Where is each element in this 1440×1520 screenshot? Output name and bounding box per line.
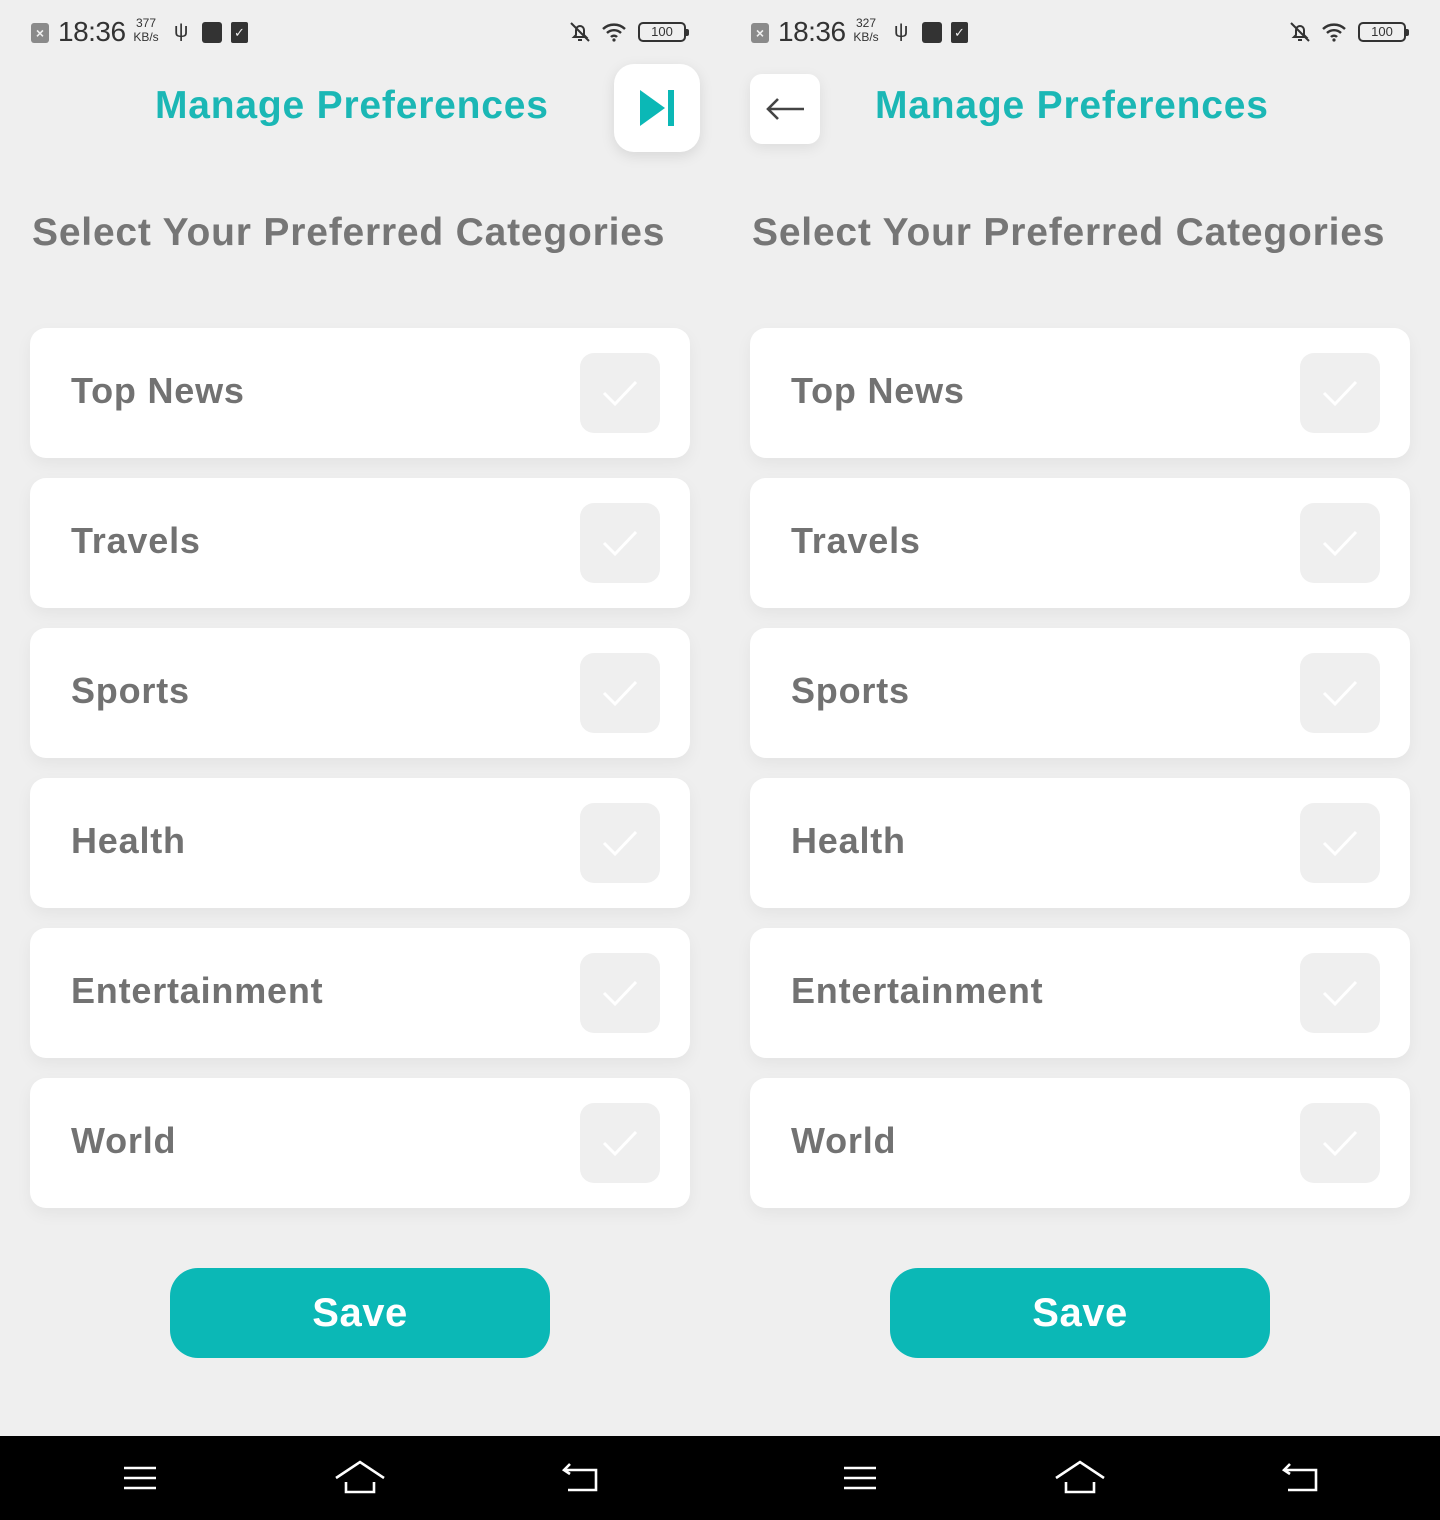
category-label: Sports: [791, 670, 910, 711]
usb-icon: ψ: [894, 20, 909, 42]
section-heading: Select Your Preferred Categories: [32, 211, 666, 254]
wifi-icon: [1322, 23, 1346, 42]
category-label: Top News: [71, 370, 245, 411]
screen-right: × 18:36 327 KB/s ψ ✓ 100 Manage Preferen…: [720, 0, 1440, 1436]
checkmark-icon: [1322, 830, 1358, 857]
checkmark-icon: [602, 680, 638, 707]
speed-value: 377: [135, 16, 157, 30]
page-title: Manage Preferences: [875, 84, 1269, 127]
category-item[interactable]: Entertainment: [30, 928, 690, 1058]
category-item[interactable]: Entertainment: [750, 928, 1410, 1058]
category-item[interactable]: Health: [750, 778, 1410, 908]
save-button[interactable]: Save: [890, 1268, 1270, 1358]
category-checkbox[interactable]: [1300, 353, 1380, 433]
category-checkbox[interactable]: [1300, 653, 1380, 733]
home-icon[interactable]: [1054, 1458, 1106, 1498]
menu-icon[interactable]: [842, 1458, 878, 1498]
category-item[interactable]: Top News: [750, 328, 1410, 458]
category-checkbox[interactable]: [1300, 1103, 1380, 1183]
speed-value: 327: [855, 16, 877, 30]
checkmark-icon: [1322, 1130, 1358, 1157]
back-button[interactable]: [750, 74, 820, 144]
category-checkbox[interactable]: [580, 503, 660, 583]
checkmark-icon: [602, 380, 638, 407]
category-item[interactable]: World: [750, 1078, 1410, 1208]
category-label: World: [71, 1120, 177, 1161]
category-item[interactable]: Travels: [30, 478, 690, 608]
section-heading: Select Your Preferred Categories: [752, 211, 1386, 254]
skip-button[interactable]: [614, 64, 700, 152]
menu-icon[interactable]: [122, 1458, 158, 1498]
network-speed: 327 KB/s: [852, 16, 880, 44]
category-item[interactable]: Travels: [750, 478, 1410, 608]
category-label: Entertainment: [71, 970, 324, 1011]
checkmark-icon: [1322, 380, 1358, 407]
category-checkbox[interactable]: [580, 803, 660, 883]
save-button[interactable]: Save: [170, 1268, 550, 1358]
category-item[interactable]: World: [30, 1078, 690, 1208]
checkmark-icon: [602, 980, 638, 1007]
status-time: 18:36: [778, 16, 846, 47]
back-arrow-icon: [766, 98, 804, 120]
category-label: Sports: [71, 670, 190, 711]
usb-debug-icon: [922, 22, 942, 43]
category-checkbox[interactable]: [580, 953, 660, 1033]
home-icon[interactable]: [334, 1458, 386, 1498]
skip-next-icon: [640, 90, 674, 126]
clipboard-check-icon: ✓: [231, 22, 248, 43]
speed-unit: KB/s: [853, 30, 879, 44]
network-speed: 377 KB/s: [132, 16, 160, 44]
clipboard-check-icon: ✓: [951, 22, 968, 43]
battery-icon: 100: [638, 22, 689, 42]
checkmark-icon: [1322, 680, 1358, 707]
category-item[interactable]: Top News: [30, 328, 690, 458]
usb-debug-icon: [202, 22, 222, 43]
category-label: Health: [791, 820, 906, 861]
category-checkbox[interactable]: [580, 1103, 660, 1183]
page-title: Manage Preferences: [155, 84, 549, 127]
status-time: 18:36: [58, 16, 126, 47]
category-label: Travels: [791, 520, 921, 561]
notification-close-icon: ×: [751, 23, 769, 43]
system-navigation-bar: [0, 1436, 1440, 1520]
category-label: Health: [71, 820, 186, 861]
category-checkbox[interactable]: [1300, 953, 1380, 1033]
category-label: Travels: [71, 520, 201, 561]
usb-icon: ψ: [174, 20, 189, 42]
speed-unit: KB/s: [133, 30, 159, 44]
category-label: World: [791, 1120, 897, 1161]
category-label: Top News: [791, 370, 965, 411]
bell-off-icon: [570, 22, 590, 42]
category-checkbox[interactable]: [1300, 503, 1380, 583]
category-item[interactable]: Sports: [30, 628, 690, 758]
wifi-icon: [602, 23, 626, 42]
status-bar: × 18:36 327 KB/s ψ ✓ 100: [720, 0, 1440, 64]
category-checkbox[interactable]: [1300, 803, 1380, 883]
category-checkbox[interactable]: [580, 653, 660, 733]
category-item[interactable]: Health: [30, 778, 690, 908]
checkmark-icon: [1322, 530, 1358, 557]
screen-left: × 18:36 377 KB/s ψ ✓ 100 Manage Preferen…: [0, 0, 720, 1436]
bell-off-icon: [1290, 22, 1310, 42]
back-icon[interactable]: [560, 1458, 600, 1498]
notification-close-icon: ×: [31, 23, 49, 43]
category-label: Entertainment: [791, 970, 1044, 1011]
checkmark-icon: [602, 830, 638, 857]
category-checkbox[interactable]: [580, 353, 660, 433]
checkmark-icon: [1322, 980, 1358, 1007]
status-bar: × 18:36 377 KB/s ψ ✓ 100: [0, 0, 720, 64]
checkmark-icon: [602, 530, 638, 557]
back-icon[interactable]: [1280, 1458, 1320, 1498]
category-item[interactable]: Sports: [750, 628, 1410, 758]
battery-icon: 100: [1358, 22, 1409, 42]
checkmark-icon: [602, 1130, 638, 1157]
